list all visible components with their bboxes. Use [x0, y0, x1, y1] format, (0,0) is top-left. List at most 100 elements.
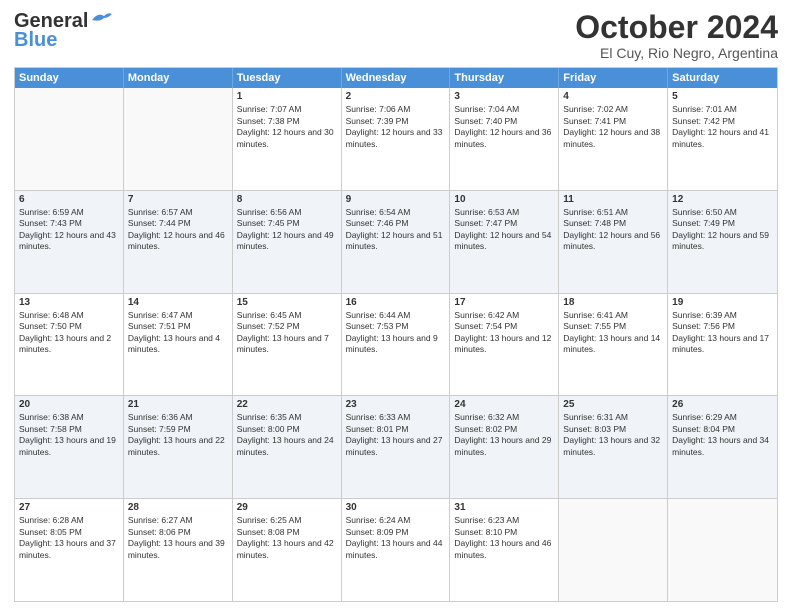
- cal-cell: 31Sunrise: 6:23 AMSunset: 8:10 PMDayligh…: [450, 499, 559, 601]
- calendar: SundayMondayTuesdayWednesdayThursdayFrid…: [14, 67, 778, 602]
- cell-info: Sunrise: 6:56 AMSunset: 7:45 PMDaylight:…: [237, 207, 337, 253]
- cell-info: Sunrise: 6:48 AMSunset: 7:50 PMDaylight:…: [19, 310, 119, 356]
- week-row-3: 13 Sunrise: 6:48 AMSunset: 7:50 PMDayligh…: [15, 293, 777, 396]
- cal-cell: 15 Sunrise: 6:45 AMSunset: 7:52 PMDayligh…: [233, 294, 342, 396]
- header-day-friday: Friday: [559, 68, 668, 88]
- day-number: 31: [454, 502, 554, 513]
- day-number: 1: [237, 91, 337, 102]
- cal-cell: 12 Sunrise: 6:50 AMSunset: 7:49 PMDayligh…: [668, 191, 777, 293]
- cell-info: Sunrise: 6:39 AMSunset: 7:56 PMDaylight:…: [672, 310, 773, 356]
- day-number: 6: [19, 194, 119, 205]
- cell-info: Sunrise: 6:24 AMSunset: 8:09 PMDaylight:…: [346, 515, 446, 561]
- header-day-tuesday: Tuesday: [233, 68, 342, 88]
- cal-cell: 1 Sunrise: 7:07 AMSunset: 7:38 PMDaylight…: [233, 88, 342, 190]
- cell-info: Sunrise: 7:02 AMSunset: 7:41 PMDaylight:…: [563, 104, 663, 150]
- cal-cell: 22Sunrise: 6:35 AMSunset: 8:00 PMDayligh…: [233, 396, 342, 498]
- cell-info: Sunrise: 6:32 AMSunset: 8:02 PMDaylight:…: [454, 412, 554, 458]
- day-number: 16: [346, 297, 446, 308]
- cal-cell: 27 Sunrise: 6:28 AMSunset: 8:05 PMDayligh…: [15, 499, 124, 601]
- day-number: 8: [237, 194, 337, 205]
- cal-cell: 16 Sunrise: 6:44 AMSunset: 7:53 PMDayligh…: [342, 294, 451, 396]
- logo-bird-icon: [90, 12, 112, 28]
- header-day-wednesday: Wednesday: [342, 68, 451, 88]
- calendar-header: SundayMondayTuesdayWednesdayThursdayFrid…: [15, 68, 777, 88]
- cell-info: Sunrise: 6:41 AMSunset: 7:55 PMDaylight:…: [563, 310, 663, 356]
- header-day-thursday: Thursday: [450, 68, 559, 88]
- cell-info: Sunrise: 7:07 AMSunset: 7:38 PMDaylight:…: [237, 104, 337, 150]
- day-number: 12: [672, 194, 773, 205]
- cal-cell: 3 Sunrise: 7:04 AMSunset: 7:40 PMDaylight…: [450, 88, 559, 190]
- day-number: 7: [128, 194, 228, 205]
- header: General Blue October 2024 El Cuy, Rio Ne…: [14, 10, 778, 61]
- cal-cell: 9 Sunrise: 6:54 AMSunset: 7:46 PMDaylight…: [342, 191, 451, 293]
- day-number: 23: [346, 399, 446, 410]
- cal-cell: 23Sunrise: 6:33 AMSunset: 8:01 PMDayligh…: [342, 396, 451, 498]
- cal-cell: 20 Sunrise: 6:38 AMSunset: 7:58 PMDayligh…: [15, 396, 124, 498]
- cal-cell: 19 Sunrise: 6:39 AMSunset: 7:56 PMDayligh…: [668, 294, 777, 396]
- cell-info: Sunrise: 6:47 AMSunset: 7:51 PMDaylight:…: [128, 310, 228, 356]
- day-number: 13: [19, 297, 119, 308]
- week-row-1: 1 Sunrise: 7:07 AMSunset: 7:38 PMDaylight…: [15, 88, 777, 190]
- cal-cell: [15, 88, 124, 190]
- cal-cell: 8 Sunrise: 6:56 AMSunset: 7:45 PMDaylight…: [233, 191, 342, 293]
- cell-info: Sunrise: 6:59 AMSunset: 7:43 PMDaylight:…: [19, 207, 119, 253]
- cell-info: Sunrise: 6:42 AMSunset: 7:54 PMDaylight:…: [454, 310, 554, 356]
- day-number: 14: [128, 297, 228, 308]
- location: El Cuy, Rio Negro, Argentina: [575, 45, 778, 61]
- day-number: 9: [346, 194, 446, 205]
- cal-cell: [559, 499, 668, 601]
- month-title: October 2024: [575, 10, 778, 45]
- cal-cell: 25 Sunrise: 6:31 AMSunset: 8:03 PMDayligh…: [559, 396, 668, 498]
- day-number: 17: [454, 297, 554, 308]
- page: General Blue October 2024 El Cuy, Rio Ne…: [0, 0, 792, 612]
- cell-info: Sunrise: 6:38 AMSunset: 7:58 PMDaylight:…: [19, 412, 119, 458]
- day-number: 10: [454, 194, 554, 205]
- cell-info: Sunrise: 7:01 AMSunset: 7:42 PMDaylight:…: [672, 104, 773, 150]
- day-number: 3: [454, 91, 554, 102]
- cell-info: Sunrise: 6:28 AMSunset: 8:05 PMDaylight:…: [19, 515, 119, 561]
- day-number: 28: [128, 502, 228, 513]
- week-row-4: 20 Sunrise: 6:38 AMSunset: 7:58 PMDayligh…: [15, 395, 777, 498]
- cal-cell: 13 Sunrise: 6:48 AMSunset: 7:50 PMDayligh…: [15, 294, 124, 396]
- day-number: 30: [346, 502, 446, 513]
- day-number: 24: [454, 399, 554, 410]
- day-number: 20: [19, 399, 119, 410]
- cal-cell: 2Sunrise: 7:06 AMSunset: 7:39 PMDaylight…: [342, 88, 451, 190]
- day-number: 18: [563, 297, 663, 308]
- cal-cell: 18 Sunrise: 6:41 AMSunset: 7:55 PMDayligh…: [559, 294, 668, 396]
- cal-cell: 11 Sunrise: 6:51 AMSunset: 7:48 PMDayligh…: [559, 191, 668, 293]
- cell-info: Sunrise: 6:50 AMSunset: 7:49 PMDaylight:…: [672, 207, 773, 253]
- day-number: 26: [672, 399, 773, 410]
- day-number: 27: [19, 502, 119, 513]
- cal-cell: [668, 499, 777, 601]
- logo: General Blue: [14, 10, 112, 52]
- cal-cell: [124, 88, 233, 190]
- cal-cell: 17 Sunrise: 6:42 AMSunset: 7:54 PMDayligh…: [450, 294, 559, 396]
- cal-cell: 26Sunrise: 6:29 AMSunset: 8:04 PMDayligh…: [668, 396, 777, 498]
- cell-info: Sunrise: 6:44 AMSunset: 7:53 PMDaylight:…: [346, 310, 446, 356]
- week-row-2: 6 Sunrise: 6:59 AMSunset: 7:43 PMDaylight…: [15, 190, 777, 293]
- day-number: 4: [563, 91, 663, 102]
- cal-cell: 28Sunrise: 6:27 AMSunset: 8:06 PMDayligh…: [124, 499, 233, 601]
- day-number: 15: [237, 297, 337, 308]
- header-day-saturday: Saturday: [668, 68, 777, 88]
- cell-info: Sunrise: 6:53 AMSunset: 7:47 PMDaylight:…: [454, 207, 554, 253]
- day-number: 21: [128, 399, 228, 410]
- cal-cell: 7Sunrise: 6:57 AMSunset: 7:44 PMDaylight…: [124, 191, 233, 293]
- cal-cell: 10 Sunrise: 6:53 AMSunset: 7:47 PMDayligh…: [450, 191, 559, 293]
- cal-cell: 30 Sunrise: 6:24 AMSunset: 8:09 PMDayligh…: [342, 499, 451, 601]
- calendar-body: 1 Sunrise: 7:07 AMSunset: 7:38 PMDaylight…: [15, 88, 777, 601]
- cell-info: Sunrise: 7:04 AMSunset: 7:40 PMDaylight:…: [454, 104, 554, 150]
- day-number: 11: [563, 194, 663, 205]
- day-number: 5: [672, 91, 773, 102]
- day-number: 19: [672, 297, 773, 308]
- cell-info: Sunrise: 6:54 AMSunset: 7:46 PMDaylight:…: [346, 207, 446, 253]
- cal-cell: 4 Sunrise: 7:02 AMSunset: 7:41 PMDaylight…: [559, 88, 668, 190]
- cell-info: Sunrise: 6:45 AMSunset: 7:52 PMDaylight:…: [237, 310, 337, 356]
- cell-info: Sunrise: 6:31 AMSunset: 8:03 PMDaylight:…: [563, 412, 663, 458]
- day-number: 25: [563, 399, 663, 410]
- cell-info: Sunrise: 6:51 AMSunset: 7:48 PMDaylight:…: [563, 207, 663, 253]
- week-row-5: 27 Sunrise: 6:28 AMSunset: 8:05 PMDayligh…: [15, 498, 777, 601]
- header-day-sunday: Sunday: [15, 68, 124, 88]
- cal-cell: 24 Sunrise: 6:32 AMSunset: 8:02 PMDayligh…: [450, 396, 559, 498]
